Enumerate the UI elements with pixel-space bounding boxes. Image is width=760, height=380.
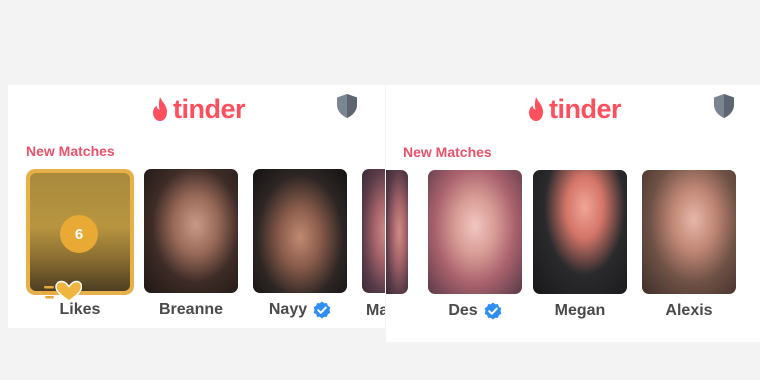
matches-panel-left: tinder New Matches 6 Likes Breanne Nayy … [8, 85, 385, 328]
shield-icon[interactable] [335, 93, 359, 119]
match-card-partial[interactable] [386, 170, 408, 294]
match-name-ma: Ma [366, 302, 385, 319]
likes-card[interactable]: 6 [26, 169, 134, 295]
match-name-breanne: Breanne [158, 301, 224, 318]
match-name-nayy: Nayy [240, 301, 360, 319]
match-card-alexis[interactable] [642, 170, 736, 294]
match-card-breanne[interactable] [144, 169, 238, 293]
flame-icon [529, 97, 543, 121]
match-name-alexis: Alexis [665, 302, 713, 319]
verified-badge-icon [313, 301, 331, 319]
tinder-logo: tinder [526, 91, 622, 127]
logo-text: tinder [549, 93, 622, 124]
verified-badge-icon [484, 302, 501, 320]
matches-panel-right: tinder New Matches Des Megan Alexis [386, 85, 760, 342]
section-title-new-matches: New Matches [26, 143, 115, 159]
flame-icon [153, 97, 167, 121]
gold-heart-icon [42, 280, 82, 302]
match-name-des: Des [415, 302, 535, 320]
likes-count-badge: 6 [60, 215, 98, 253]
match-card-ma[interactable] [362, 169, 385, 293]
logo-text: tinder [173, 93, 246, 124]
match-card-megan[interactable] [533, 170, 627, 294]
match-card-des[interactable] [428, 170, 522, 294]
match-name-megan: Megan [554, 302, 606, 319]
shield-icon[interactable] [712, 93, 736, 119]
likes-label: Likes [59, 301, 101, 318]
tinder-logo: tinder [150, 91, 246, 127]
match-card-nayy[interactable] [253, 169, 347, 293]
section-title-new-matches: New Matches [403, 144, 492, 160]
